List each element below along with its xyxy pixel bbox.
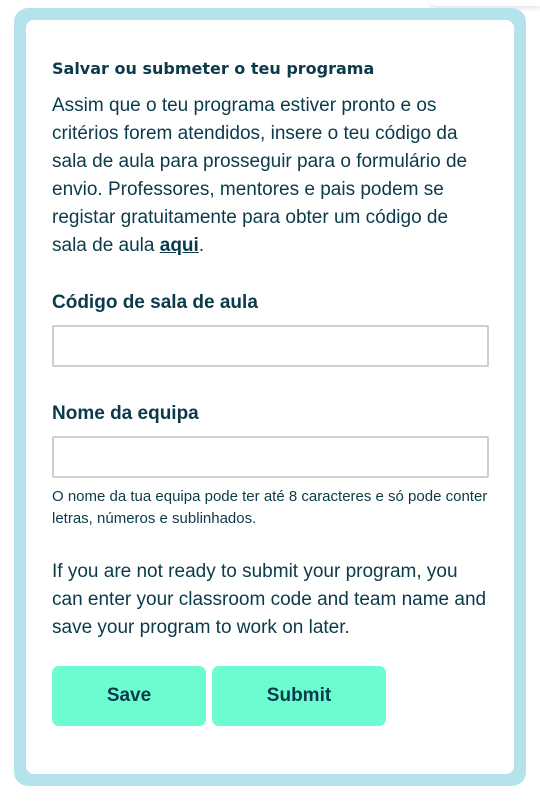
intro-text: Assim que o teu programa estiver pronto … <box>52 92 488 260</box>
classroom-code-label: Código de sala de aula <box>52 292 258 313</box>
submission-panel-frame: Salvar ou submeter o teu programa Assim … <box>14 8 526 786</box>
save-note: If you are not ready to submit your prog… <box>52 561 487 638</box>
intro-end: . <box>198 235 205 256</box>
team-name-hint: O nome da tua equipa pode ter até 8 cara… <box>52 488 488 527</box>
form-actions: Save Submit <box>52 666 488 726</box>
top-edge-shadow <box>430 0 540 6</box>
register-here-link[interactable]: aqui <box>160 235 199 256</box>
intro-body: Assim que o teu programa estiver pronto … <box>52 95 468 256</box>
team-name-input[interactable] <box>52 436 489 478</box>
team-name-label: Nome da equipa <box>52 403 199 424</box>
classroom-code-input[interactable] <box>52 325 489 367</box>
submit-button[interactable]: Submit <box>212 666 386 726</box>
save-button[interactable]: Save <box>52 666 206 726</box>
card-title: Salvar ou submeter o teu programa <box>52 59 375 78</box>
submission-card: Salvar ou submeter o teu programa Assim … <box>26 20 514 774</box>
